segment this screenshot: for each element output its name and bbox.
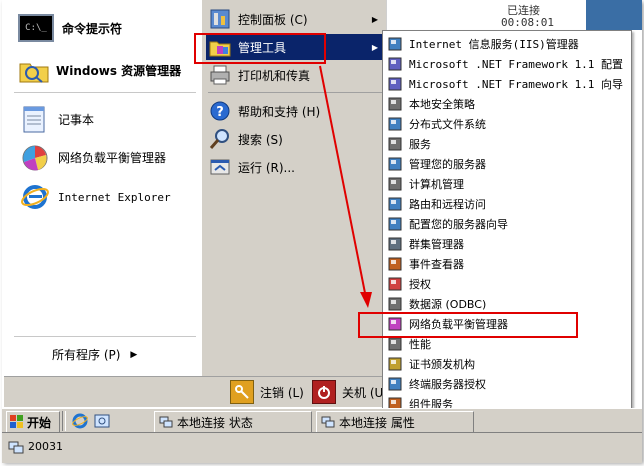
annotation-arrow xyxy=(319,65,372,308)
